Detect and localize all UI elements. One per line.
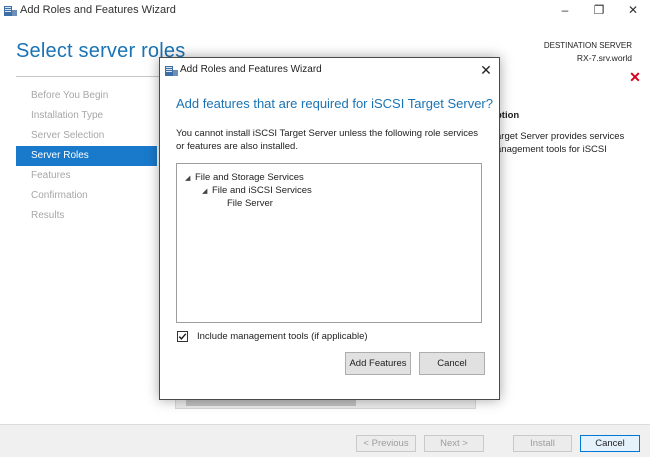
maximize-button[interactable]: ❐: [582, 0, 616, 20]
include-tools-row[interactable]: Include management tools (if applicable): [177, 331, 368, 342]
add-features-button[interactable]: Add Features: [345, 352, 411, 375]
nav-item-features[interactable]: Features: [16, 166, 157, 186]
tree-item-label: File Server: [227, 198, 273, 209]
include-tools-checkbox[interactable]: [177, 331, 188, 342]
scrollbar-thumb[interactable]: [186, 400, 356, 406]
nav-item-server-roles[interactable]: Server Roles: [16, 146, 157, 166]
dialog-heading: Add features that are required for iSCSI…: [176, 96, 493, 111]
required-features-tree[interactable]: ◢ File and Storage Services ◢ File and iSC…: [176, 163, 482, 323]
title-divider: [16, 76, 162, 77]
nav-item-installation-type[interactable]: Installation Type: [16, 106, 157, 126]
title-bar: Add Roles and Features Wizard – ❐ ✕: [0, 0, 650, 22]
tree-item[interactable]: File Server: [227, 198, 273, 210]
wizard-nav: Before You Begin Installation Type Serve…: [16, 86, 157, 226]
previous-button[interactable]: < Previous: [356, 435, 416, 452]
include-tools-label: Include management tools (if applicable): [197, 331, 368, 342]
destination-server-name: RX-7.srv.world: [576, 53, 632, 63]
expanded-arrow-icon[interactable]: ◢: [185, 173, 195, 185]
destination-label: DESTINATION SERVER: [543, 41, 632, 50]
dialog-title: Add Roles and Features Wizard: [180, 64, 322, 75]
nav-item-results[interactable]: Results: [16, 206, 157, 226]
description-text: arget Server provides services anagement…: [496, 131, 625, 155]
nav-item-before-you-begin[interactable]: Before You Begin: [16, 86, 157, 106]
server-manager-icon: [4, 6, 17, 16]
error-icon[interactable]: ✕: [628, 70, 642, 84]
next-button[interactable]: Next >: [424, 435, 484, 452]
install-button[interactable]: Install: [513, 435, 572, 452]
dialog-close-icon[interactable]: ✕: [478, 62, 494, 78]
tree-item[interactable]: ◢ File and iSCSI Services: [202, 185, 312, 198]
minimize-button[interactable]: –: [548, 0, 582, 20]
checkmark-icon: [178, 333, 187, 340]
wizard-footer: < Previous Next > Install Cancel: [0, 424, 650, 457]
tree-item-label: File and iSCSI Services: [212, 185, 312, 196]
tree-item-label: File and Storage Services: [195, 172, 304, 183]
add-features-dialog: Add Roles and Features Wizard ✕ Add feat…: [159, 57, 500, 400]
expanded-arrow-icon[interactable]: ◢: [202, 186, 212, 198]
window-title: Add Roles and Features Wizard: [20, 4, 176, 16]
nav-item-confirmation[interactable]: Confirmation: [16, 186, 157, 206]
close-window-button[interactable]: ✕: [616, 0, 650, 20]
dialog-title-bar: Add Roles and Features Wizard ✕: [160, 58, 499, 82]
tree-item[interactable]: ◢ File and Storage Services: [185, 172, 304, 185]
nav-item-server-selection[interactable]: Server Selection: [16, 126, 157, 146]
dialog-cancel-button[interactable]: Cancel: [419, 352, 485, 375]
server-manager-icon: [165, 66, 178, 76]
dialog-message: You cannot install iSCSI Target Server u…: [176, 128, 479, 152]
cancel-button[interactable]: Cancel: [580, 435, 640, 452]
destination-server-info: DESTINATION SERVER RX-7.srv.world: [544, 40, 632, 64]
